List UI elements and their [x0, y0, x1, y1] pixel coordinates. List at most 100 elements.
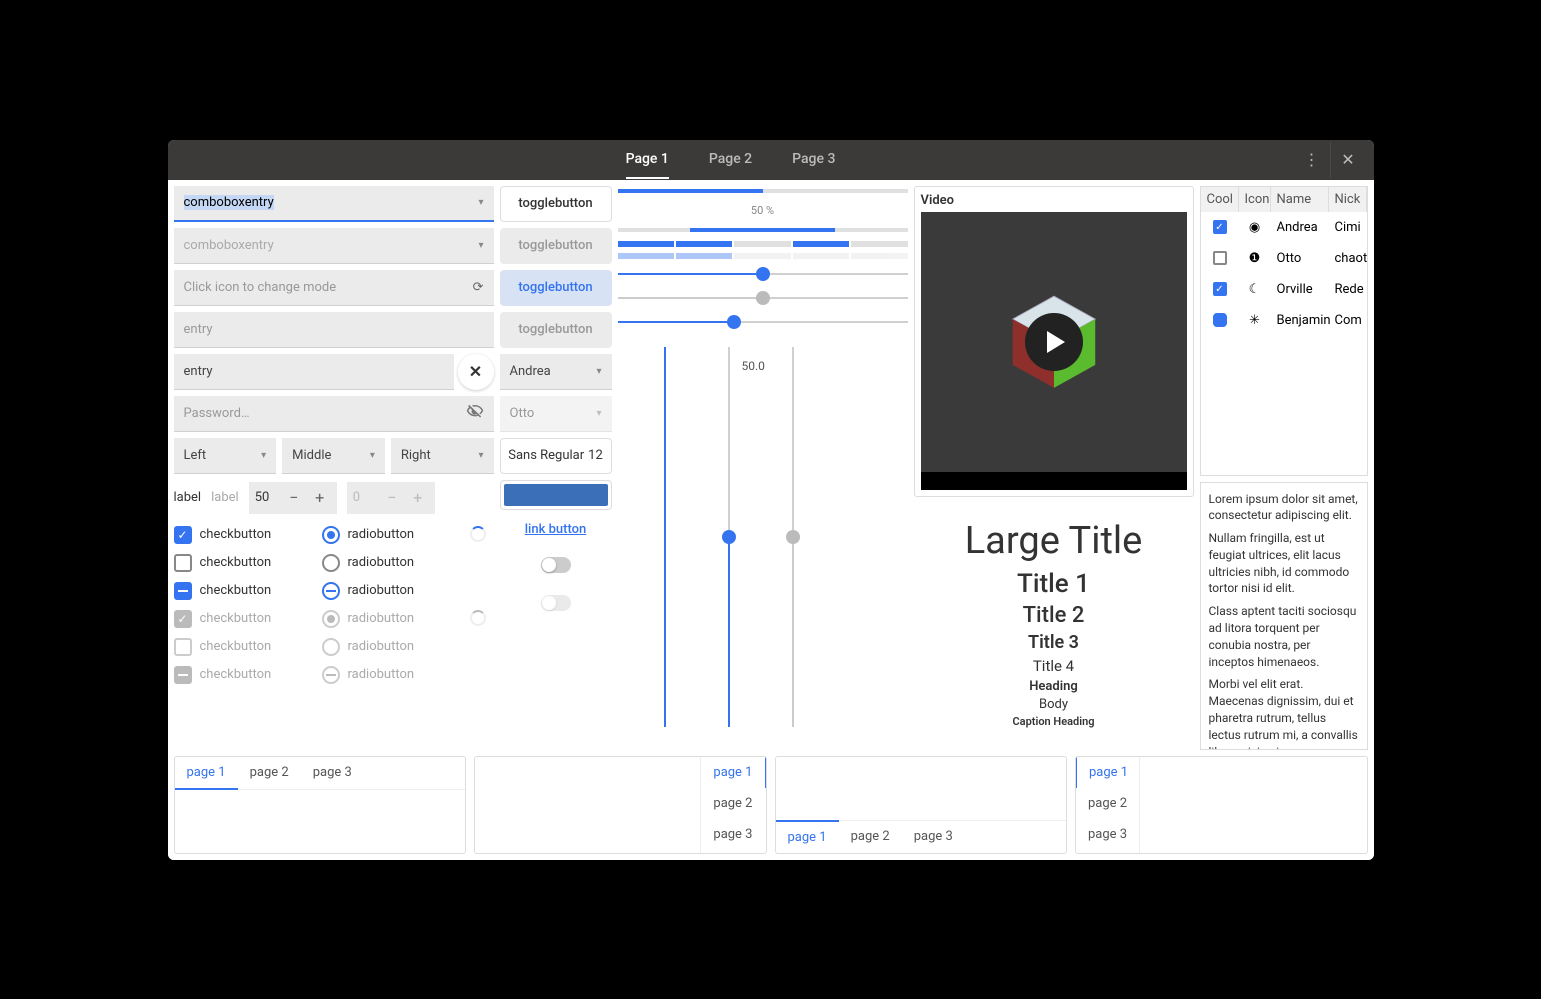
check-5-disabled: checkbutton	[174, 638, 310, 656]
nb-tab[interactable]: page 3	[701, 819, 765, 850]
radio-5-label: radiobutton	[348, 639, 415, 654]
chevron-down-icon: ▾	[478, 197, 483, 208]
link-button[interactable]: link button	[500, 516, 612, 543]
switch-1[interactable]	[541, 557, 571, 573]
font-button[interactable]: Sans Regular 12	[500, 438, 612, 474]
nb-tab[interactable]: page 2	[1076, 788, 1139, 819]
radio-2[interactable]: radiobutton	[322, 554, 458, 572]
notebook-bottom: page 1 page 2 page 3	[775, 756, 1068, 854]
chevron-down-icon: ▾	[596, 366, 601, 377]
password-input[interactable]	[184, 406, 466, 421]
checkbox-checked-icon[interactable]: ✓	[1213, 220, 1227, 234]
toggle-button-1[interactable]: togglebutton	[500, 186, 612, 222]
check-1[interactable]: ✓checkbutton	[174, 526, 310, 544]
font-name: Sans Regular	[508, 448, 584, 463]
check-5-label: checkbutton	[200, 639, 272, 654]
name-combo[interactable]: Andrea▾	[500, 354, 612, 390]
cell-name: Orville	[1271, 279, 1329, 300]
lorem-p4: Morbi vel elit erat. Maecenas dignissim,…	[1209, 676, 1359, 749]
entry-input[interactable]	[184, 364, 454, 379]
table-header: Cool Icon Name Nick	[1201, 187, 1367, 212]
nb-tab[interactable]: page 1	[776, 820, 839, 853]
video-control-strip[interactable]	[921, 472, 1187, 490]
col-name[interactable]: Name	[1271, 187, 1329, 212]
cell-name: Andrea	[1271, 217, 1329, 238]
mode-entry[interactable]: ⟳	[174, 270, 494, 306]
header-tab-3[interactable]: Page 3	[792, 141, 835, 179]
progress-bar-2	[618, 225, 908, 235]
nb-tab[interactable]: page 1	[701, 757, 766, 788]
check-circle-icon: ◉	[1239, 217, 1271, 238]
spinner-disabled-icon	[470, 610, 486, 626]
radio-checked-icon	[322, 610, 340, 628]
spinbutton-1[interactable]: 50 − +	[249, 482, 337, 514]
title-2: Title 2	[920, 603, 1188, 628]
mode-input[interactable]	[184, 280, 473, 295]
toggle-button-4-disabled: togglebutton	[500, 312, 612, 348]
entry-with-clear[interactable]	[174, 354, 454, 390]
play-icon[interactable]	[1025, 313, 1083, 371]
title-3: Title 3	[920, 632, 1188, 653]
nb-tab[interactable]: page 1	[175, 757, 238, 790]
nb-tab[interactable]: page 3	[301, 757, 364, 789]
position-middle-combo[interactable]: Middle▾	[282, 438, 385, 474]
notebook-left: page 1 page 2 page 3	[1075, 756, 1368, 854]
lorem-text-view[interactable]: Lorem ipsum dolor sit amet, consectetur …	[1200, 482, 1368, 750]
video-card: Video	[914, 186, 1194, 497]
nb-tab[interactable]: page 3	[1076, 819, 1139, 850]
vscale-2[interactable]: 50.0	[722, 347, 736, 727]
table-row[interactable]: ✳ Benjamin Com	[1201, 305, 1367, 336]
refresh-icon[interactable]: ⟳	[473, 280, 484, 295]
check-3[interactable]: checkbutton	[174, 582, 310, 600]
checkbox-indeterminate-icon[interactable]	[1213, 313, 1227, 327]
minus-icon[interactable]: −	[283, 488, 305, 507]
table-row[interactable]: ❶ Otto chaotic	[1201, 243, 1367, 274]
font-size: 12	[588, 448, 603, 463]
checkbox-checked-icon: ✓	[174, 610, 192, 628]
table-row[interactable]: ✓ ◉ Andrea Cimi	[1201, 212, 1367, 243]
lorem-p1: Lorem ipsum dolor sit amet, consectetur …	[1209, 491, 1359, 525]
close-icon[interactable]: ✕	[1330, 142, 1366, 178]
plus-icon[interactable]: +	[309, 488, 331, 507]
radio-icon	[322, 554, 340, 572]
progress-label: 50 %	[618, 204, 908, 217]
position-right-combo[interactable]: Right▾	[391, 438, 494, 474]
checkbox-indeterminate-icon	[174, 582, 192, 600]
col-icon[interactable]: Icon	[1239, 187, 1271, 212]
nb-tab[interactable]: page 2	[701, 788, 765, 819]
password-entry[interactable]	[174, 396, 494, 432]
col-cool[interactable]: Cool	[1201, 187, 1239, 212]
position-left-combo[interactable]: Left▾	[174, 438, 277, 474]
moon-icon: ☾	[1239, 279, 1271, 300]
checkbox-indeterminate-icon	[174, 666, 192, 684]
checkbox-icon[interactable]	[1213, 251, 1227, 265]
radio-3[interactable]: radiobutton	[322, 582, 458, 600]
hscale-3[interactable]	[618, 313, 908, 331]
eye-off-icon[interactable]	[466, 402, 484, 424]
check-4-disabled: ✓checkbutton	[174, 610, 310, 628]
hscale-2-disabled	[618, 289, 908, 307]
radio-indeterminate-icon	[322, 582, 340, 600]
data-table[interactable]: Cool Icon Name Nick ✓ ◉ Andrea Cimi ❶	[1200, 186, 1368, 476]
nb-tab[interactable]: page 1	[1075, 757, 1140, 788]
toggle-button-3-active[interactable]: togglebutton	[500, 270, 612, 306]
check-2[interactable]: checkbutton	[174, 554, 310, 572]
vscale-1[interactable]	[658, 347, 672, 727]
nb-tab[interactable]: page 2	[839, 821, 902, 853]
combobox-entry-2: comboboxentry ▾	[174, 228, 494, 264]
header-tab-2[interactable]: Page 2	[709, 141, 752, 179]
checkbox-checked-icon[interactable]: ✓	[1213, 282, 1227, 296]
level-bar-1	[618, 241, 908, 247]
clear-button[interactable]: ✕	[458, 354, 494, 390]
nb-tab[interactable]: page 2	[238, 757, 301, 789]
combobox-entry-1[interactable]: comboboxentry ▾	[174, 186, 494, 222]
video-player[interactable]	[921, 212, 1187, 472]
menu-icon[interactable]: ⋮	[1294, 142, 1330, 178]
col-nick[interactable]: Nick	[1329, 187, 1367, 212]
table-row[interactable]: ✓ ☾ Orville Rede	[1201, 274, 1367, 305]
hscale-1[interactable]	[618, 265, 908, 283]
header-tab-1[interactable]: Page 1	[626, 141, 669, 179]
nb-tab[interactable]: page 3	[902, 821, 965, 853]
radio-1[interactable]: radiobutton	[322, 526, 458, 544]
color-button[interactable]	[500, 480, 612, 510]
